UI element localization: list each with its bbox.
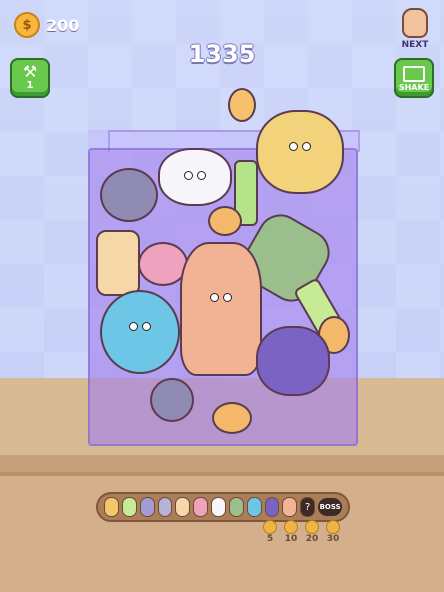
monster-blue-blob[interactable] [100,290,180,374]
hammer-button[interactable]: ⚒ 1 [10,58,50,98]
shake-label: SHAKE [398,83,430,92]
milestone-coin-icon [326,520,340,534]
table-front [0,472,444,592]
next-label: NEXT [401,40,429,50]
progress-item [211,497,226,517]
milestone-30: 30 [324,520,342,544]
progress-item [121,497,137,517]
next-preview: NEXT [398,8,432,50]
boss-badge: BOSS [318,498,343,516]
progress-item-unknown: ? [300,497,316,517]
milestone-20: 20 [303,520,321,544]
monster-chick-top[interactable] [228,88,256,122]
monster-hand[interactable] [180,242,262,376]
hammer-count: 1 [26,79,34,91]
progress-item [175,497,191,517]
progress-item [282,497,298,517]
milestone-coin-icon [263,520,277,534]
milestone-coin-icon [284,520,298,534]
monster-toast[interactable] [96,230,140,296]
hammer-icon: ⚒ [22,61,38,81]
progress-item [246,497,262,517]
coin-icon: $ [14,12,40,38]
evolution-progress: ? BOSS [96,492,350,522]
shake-button[interactable]: SHAKE [394,58,434,98]
monster-raccoon-small[interactable] [150,378,194,422]
progress-item [104,497,119,517]
coin-counter: $ 200 [14,12,79,38]
monster-chick-bottom[interactable] [212,402,252,434]
milestone-10: 10 [282,520,300,544]
table-edge [0,455,444,473]
monster-raccoon[interactable] [100,168,158,222]
coin-amount: 200 [46,15,80,35]
monster-cloud[interactable] [158,148,232,206]
next-monster-icon [402,8,428,38]
shake-icon [403,66,425,82]
score: 1335 [188,40,256,68]
progress-item [157,497,173,517]
progress-item [193,497,209,517]
progress-item [264,497,280,517]
milestone-5: 5 [261,520,279,544]
milestone-coin-icon [305,520,319,534]
progress-item [139,497,155,517]
glass-box[interactable] [88,88,360,446]
progress-item [228,497,244,517]
monster-chick-middle[interactable] [208,206,242,236]
monster-toucan[interactable] [256,326,330,396]
monster-horned-bull[interactable] [256,110,344,194]
